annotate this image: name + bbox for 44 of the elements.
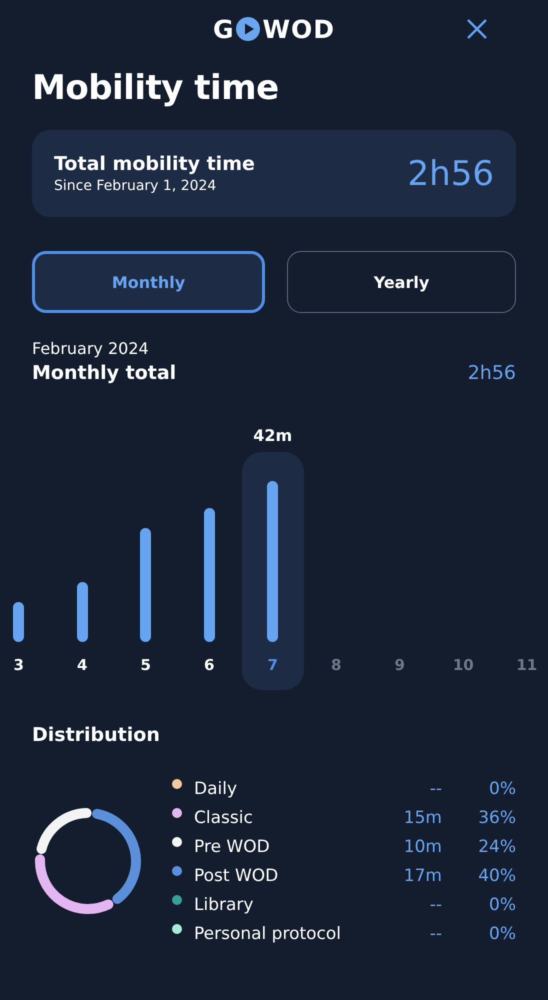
- bar-value: 42m: [253, 426, 292, 447]
- legend-label: Personal protocol: [194, 924, 342, 944]
- legend-time: --: [428, 778, 442, 798]
- legend-label: Classic: [194, 808, 254, 828]
- legend-label: Post WOD: [194, 866, 280, 886]
- close-icon[interactable]: [466, 18, 488, 40]
- logo-text: G: [212, 14, 234, 44]
- bar[interactable]: [140, 528, 152, 642]
- month-label: February 2024: [32, 339, 150, 358]
- selected-day-highlight[interactable]: 7: [242, 452, 304, 690]
- bar[interactable]: [76, 582, 88, 642]
- legend-percent: 0%: [488, 894, 516, 914]
- section-title: Distribution: [32, 724, 161, 746]
- day-label[interactable]: 4: [77, 656, 88, 674]
- legend-percent: 0%: [488, 778, 516, 798]
- legend-label: Pre WOD: [194, 836, 271, 856]
- legend-time: --: [428, 894, 442, 914]
- legend-percent: 24%: [477, 836, 516, 856]
- logo-text: WOD: [262, 14, 336, 44]
- legend-percent: 36%: [477, 808, 516, 828]
- legend-time: --: [428, 924, 442, 944]
- legend-time: 10m: [402, 836, 442, 856]
- day-label[interactable]: 7: [268, 656, 278, 674]
- day-label[interactable]: 3: [14, 656, 24, 674]
- play-icon: [236, 17, 260, 41]
- total-label: Monthly total: [32, 362, 176, 384]
- bar[interactable]: [267, 481, 278, 642]
- legend-time: 17m: [402, 866, 442, 886]
- legend-label: Library: [194, 894, 254, 914]
- legend-percent: 0%: [488, 924, 516, 944]
- period-tab[interactable]: Yearly: [287, 251, 516, 313]
- period-tab[interactable]: Monthly: [32, 251, 265, 313]
- legend-label: Daily: [194, 778, 238, 798]
- legend-percent: 40%: [477, 866, 516, 886]
- bar[interactable]: [13, 602, 24, 642]
- day-label[interactable]: 5: [140, 656, 151, 674]
- day-label[interactable]: 6: [204, 656, 214, 674]
- summary-date: Since February 1, 2024: [54, 178, 218, 194]
- summary-label: Total mobility time: [54, 153, 255, 175]
- total-value: 2h56: [468, 362, 516, 384]
- summary-value: 2h56: [408, 154, 494, 194]
- legend-time: 15m: [402, 808, 442, 828]
- page-title: Mobility time: [32, 68, 280, 108]
- bar[interactable]: [204, 508, 215, 642]
